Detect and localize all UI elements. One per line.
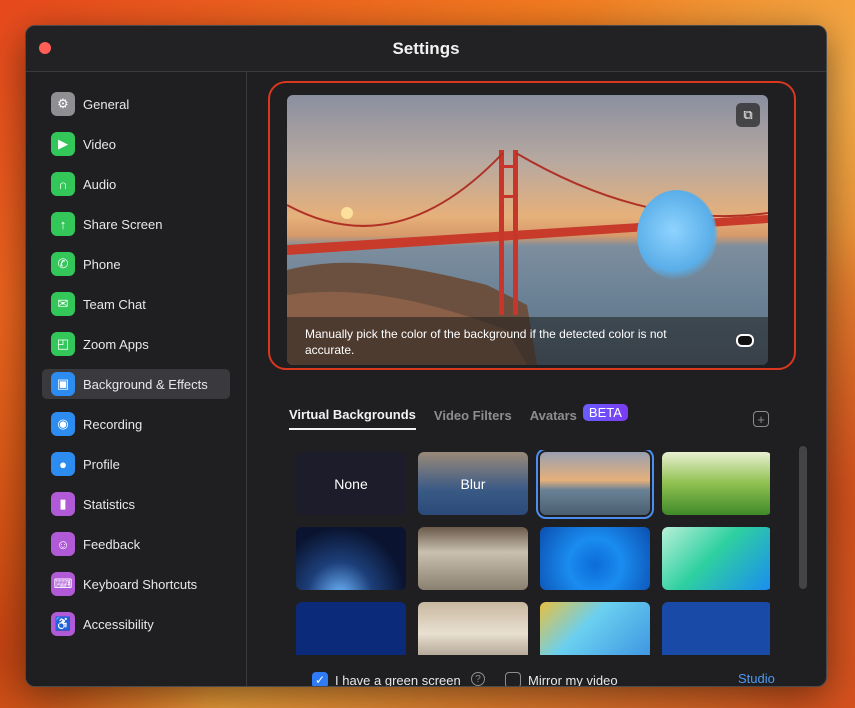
sidebar-item-feedback[interactable]: ☺ Feedback <box>42 529 230 559</box>
sidebar-item-label: Statistics <box>83 496 136 512</box>
profile-icon: ● <box>51 452 75 476</box>
color-hint-bar: Manually pick the color of the backgroun… <box>287 317 768 365</box>
sidebar-item-label: Share Screen <box>83 216 163 232</box>
sidebar-item-video[interactable]: ▶ Video <box>42 129 230 159</box>
background-gallery: None Blur <box>292 450 770 655</box>
background-thumbnail[interactable] <box>540 527 650 590</box>
sidebar-item-background-effects[interactable]: ▣ Background & Effects <box>42 369 230 399</box>
background-thumbnail[interactable] <box>536 450 654 519</box>
sidebar-item-label: Profile <box>83 456 120 472</box>
headphones-icon: ∩ <box>51 172 75 196</box>
sidebar-item-keyboard-shortcuts[interactable]: ⌨ Keyboard Shortcuts <box>42 569 230 599</box>
record-icon: ◉ <box>51 412 75 436</box>
mirror-video-checkbox[interactable] <box>505 672 521 686</box>
settings-window: Settings ⚙ General ▶ Video ∩ Audio ↑ Share Scre… <box>25 25 827 687</box>
beta-badge: BETA <box>582 403 628 421</box>
sidebar-item-statistics[interactable]: ▮ Statistics <box>42 489 230 519</box>
detected-color-blob <box>637 190 717 280</box>
sidebar-item-recording[interactable]: ◉ Recording <box>42 409 230 439</box>
background-thumbnail[interactable] <box>540 602 650 655</box>
gallery-scrollbar[interactable] <box>799 446 807 589</box>
copy-icon[interactable]: ⧉ <box>736 103 760 127</box>
background-thumbnail[interactable] <box>296 527 406 590</box>
portrait-icon: ▣ <box>51 372 75 396</box>
sidebar-item-share-screen[interactable]: ↑ Share Screen <box>42 209 230 239</box>
background-thumbnail[interactable] <box>418 527 528 590</box>
background-thumbnail-label: Blur <box>460 475 486 492</box>
background-thumbnail[interactable]: None <box>296 452 406 515</box>
background-thumbnail[interactable] <box>662 452 770 515</box>
green-screen-label: I have a green screen <box>335 673 461 687</box>
sidebar-item-phone[interactable]: ✆ Phone <box>42 249 230 279</box>
window-title: Settings <box>392 38 460 58</box>
video-preview[interactable]: ⧉ Manually pick the color of the backgro… <box>287 95 768 365</box>
apps-icon: ◰ <box>51 332 75 356</box>
studio-effects-link[interactable]: Studio Effects <box>738 671 806 686</box>
sidebar-item-label: Keyboard Shortcuts <box>83 576 198 592</box>
background-thumbnail-label: None <box>334 475 368 492</box>
sidebar-item-zoom-apps[interactable]: ◰ Zoom Apps <box>42 329 230 359</box>
gear-icon: ⚙ <box>51 92 75 116</box>
sidebar-item-general[interactable]: ⚙ General <box>42 89 230 119</box>
keyboard-icon: ⌨ <box>51 572 75 596</box>
settings-sidebar: ⚙ General ▶ Video ∩ Audio ↑ Share Screen ✆ Phone ✉… <box>26 72 247 686</box>
background-effects-panel: ⧉ Manually pick the color of the backgro… <box>248 72 826 686</box>
sidebar-item-label: Audio <box>83 176 117 192</box>
mirror-video-label: Mirror my video <box>528 673 618 687</box>
close-window-button[interactable] <box>39 42 51 54</box>
sidebar-item-label: General <box>83 96 130 112</box>
sidebar-item-label: Feedback <box>83 536 141 552</box>
green-screen-checkbox[interactable]: ✓ <box>312 672 328 686</box>
share-screen-icon: ↑ <box>51 212 75 236</box>
chat-icon: ✉ <box>51 292 75 316</box>
sidebar-item-audio[interactable]: ∩ Audio <box>42 169 230 199</box>
sidebar-item-accessibility[interactable]: ♿ Accessibility <box>42 609 230 639</box>
sidebar-item-label: Background & Effects <box>83 376 208 392</box>
tab-virtual-backgrounds[interactable]: Virtual Backgrounds <box>289 407 416 430</box>
background-thumbnail[interactable] <box>296 602 406 655</box>
sidebar-item-label: Zoom Apps <box>83 336 149 352</box>
sidebar-item-team-chat[interactable]: ✉ Team Chat <box>42 289 230 319</box>
tab-video-filters[interactable]: Video Filters <box>434 408 512 429</box>
color-hint-text: Manually pick the color of the backgroun… <box>305 327 667 357</box>
video-camera-icon: ▶ <box>51 132 75 156</box>
background-tabs: Virtual Backgrounds Video Filters Avatars B… <box>289 403 628 430</box>
options-footer: ✓ I have a green screen ? Mirror my vide… <box>286 671 806 687</box>
help-icon[interactable]: ? <box>471 672 485 686</box>
background-thumbnail[interactable] <box>662 527 770 590</box>
accessibility-icon: ♿ <box>51 612 75 636</box>
sidebar-item-label: Recording <box>83 416 143 432</box>
background-thumbnail[interactable]: Blur <box>418 452 528 515</box>
phone-icon: ✆ <box>51 252 75 276</box>
color-picker-icon[interactable] <box>736 334 754 347</box>
sidebar-item-label: Video <box>83 136 117 152</box>
sidebar-item-profile[interactable]: ● Profile <box>42 449 230 479</box>
smiley-icon: ☺ <box>51 532 75 556</box>
sidebar-item-label: Accessibility <box>83 616 154 632</box>
title-bar: Settings <box>26 26 826 72</box>
background-thumbnail[interactable] <box>662 602 770 655</box>
background-thumbnail[interactable] <box>418 602 528 655</box>
sidebar-item-label: Team Chat <box>83 296 146 312</box>
bar-chart-icon: ▮ <box>51 492 75 516</box>
add-background-button[interactable]: + <box>753 411 769 427</box>
sidebar-item-label: Phone <box>83 256 121 272</box>
tab-avatars[interactable]: Avatars <box>530 408 577 429</box>
